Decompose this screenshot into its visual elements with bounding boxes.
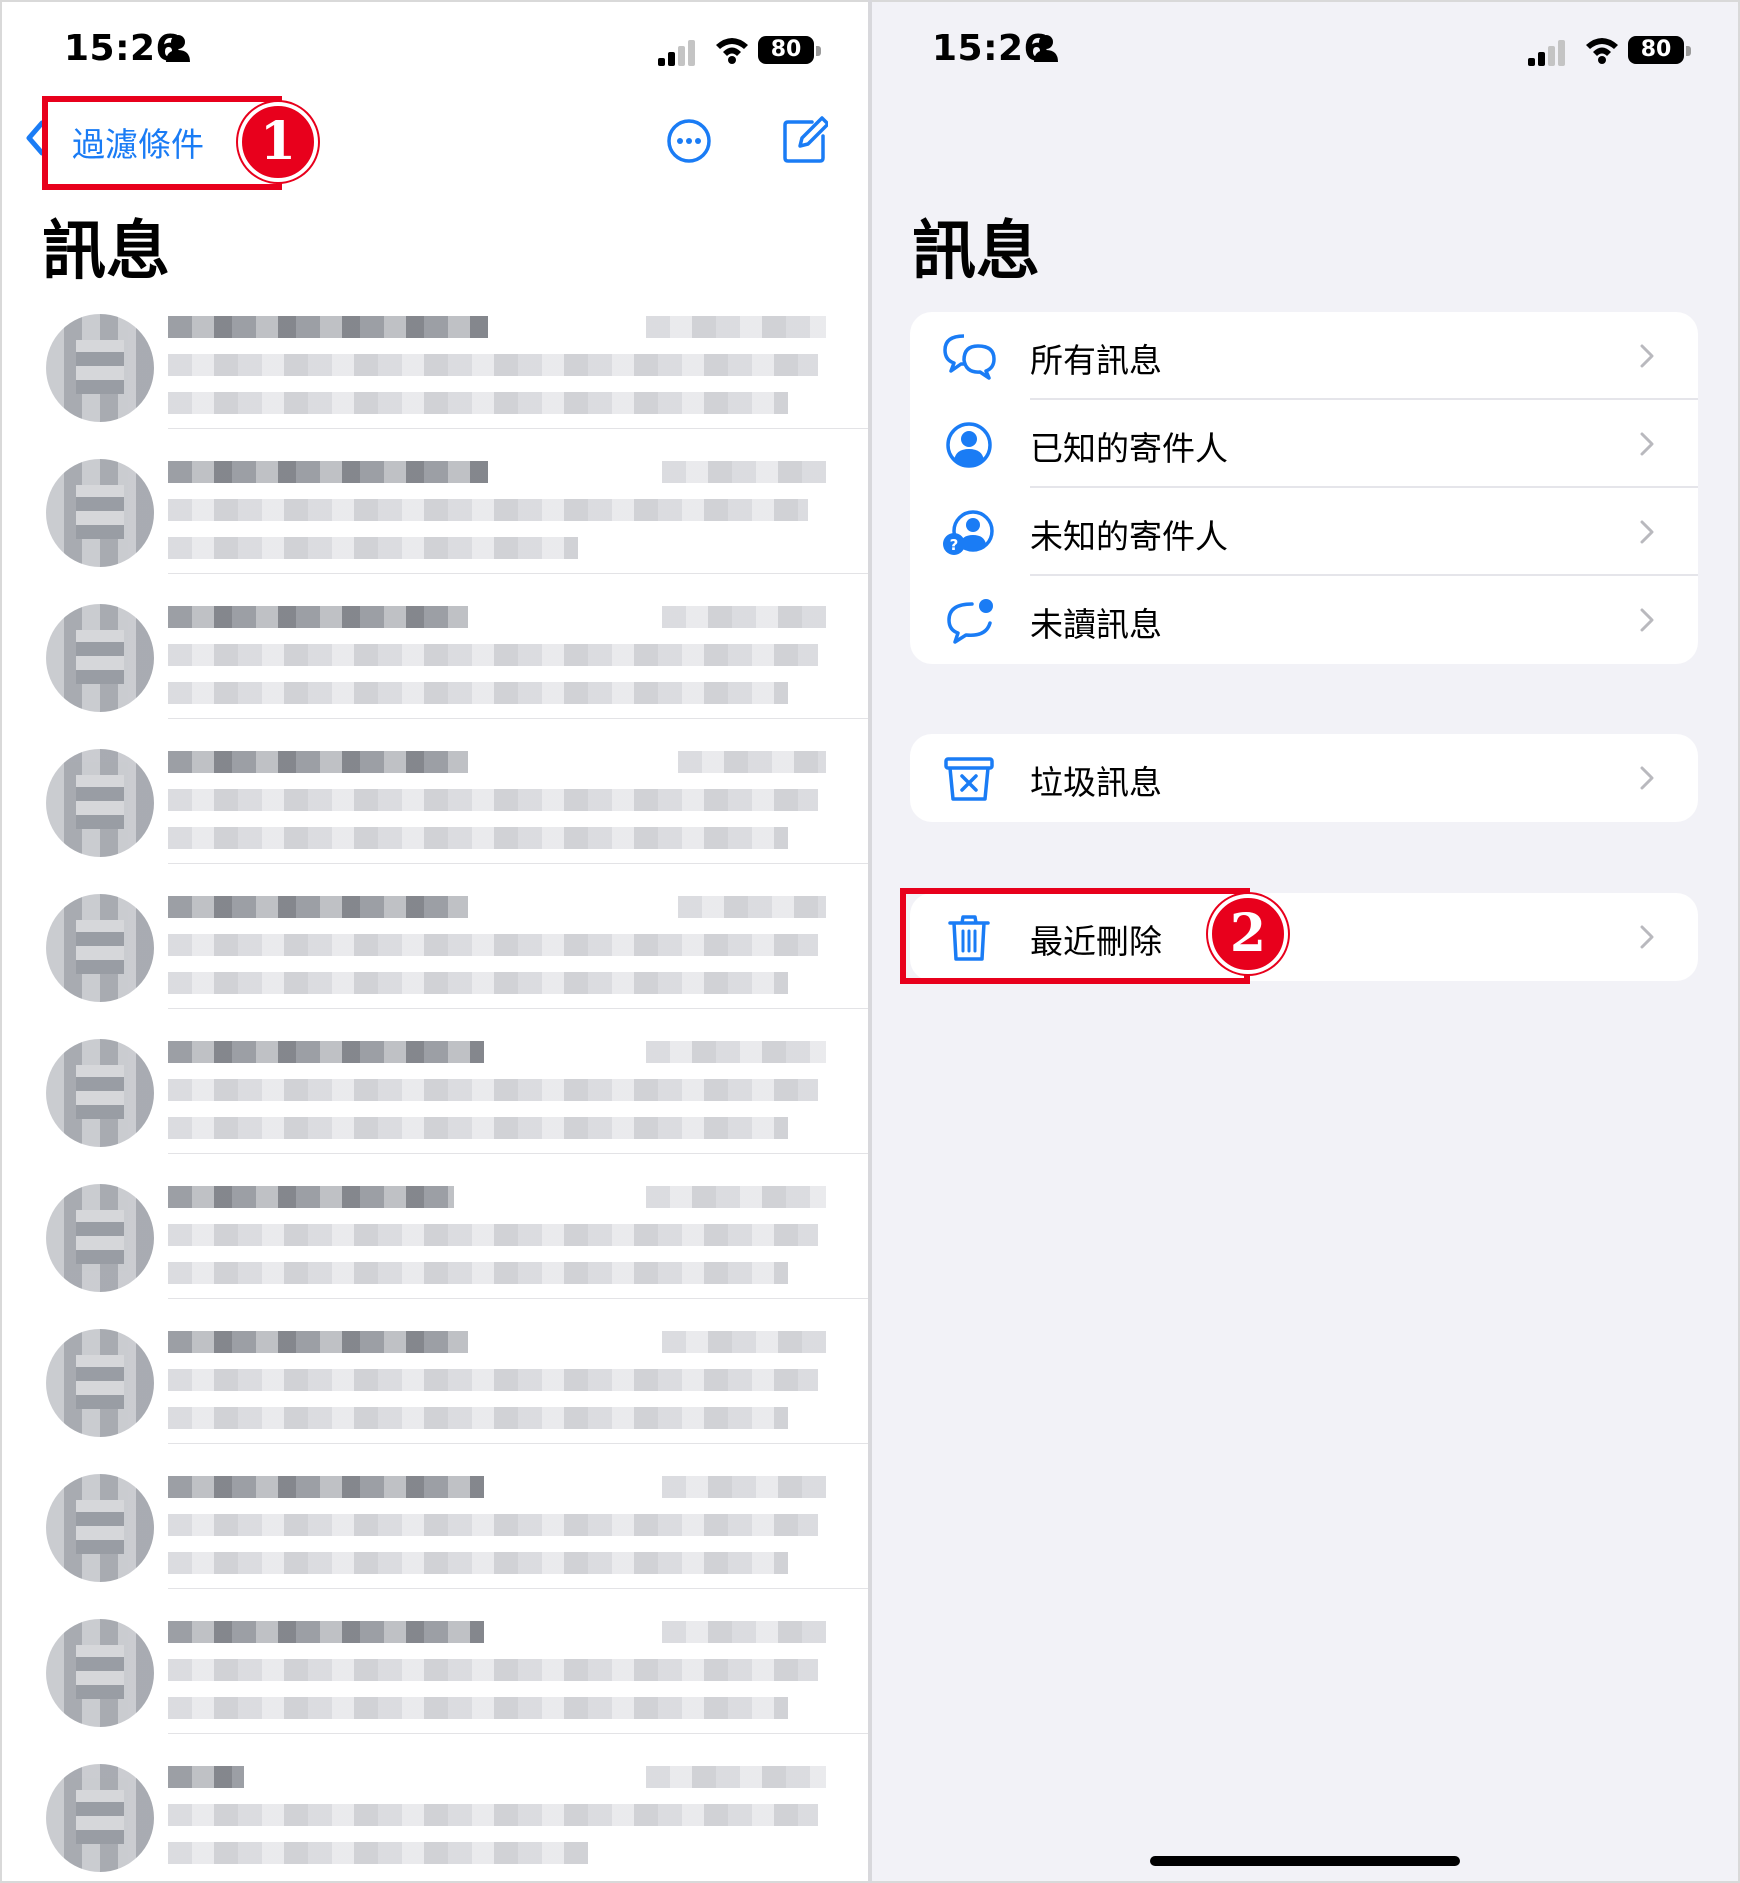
more-options-icon[interactable] <box>666 118 712 164</box>
filter-known-senders[interactable]: 已知的寄件人 <box>910 400 1698 488</box>
chevron-right-icon <box>1640 432 1654 456</box>
message-filters-screen: 15:26 80 訊息 所有訊息 已知的寄件人 ? 未知的寄件人 未讀訊息 垃圾… <box>872 2 1738 1881</box>
row-label: 已知的寄件人 <box>1030 429 1228 468</box>
wifi-icon <box>1586 38 1618 64</box>
chat-bubble-dot-icon <box>947 599 993 644</box>
home-indicator <box>1150 1856 1460 1866</box>
avatar <box>46 1329 154 1437</box>
list-item[interactable] <box>2 284 868 429</box>
person-icon <box>166 35 190 62</box>
filter-unknown-senders[interactable]: ? 未知的寄件人 <box>910 488 1698 576</box>
avatar <box>46 459 154 567</box>
cellular-signal-icon <box>658 40 698 66</box>
chevron-right-icon <box>1640 766 1654 790</box>
avatar <box>46 1619 154 1727</box>
junk-bin-icon <box>944 757 994 801</box>
page-title: 訊息 <box>912 215 1040 289</box>
avatar <box>46 1764 154 1872</box>
chevron-right-icon <box>1640 608 1654 632</box>
list-item[interactable] <box>2 1589 868 1734</box>
wifi-icon <box>716 38 748 64</box>
avatar <box>46 749 154 857</box>
messages-list-screen: 15:26 80 過濾條件 1 訊息 <box>2 2 868 1881</box>
battery-indicator: 80 <box>758 36 814 64</box>
avatar <box>46 314 154 422</box>
person-circle-icon <box>946 422 992 468</box>
avatar <box>46 1184 154 1292</box>
list-item[interactable] <box>2 1734 868 1879</box>
status-time: 15:26 <box>932 28 1050 69</box>
row-label: 未讀訊息 <box>1030 605 1162 644</box>
person-icon <box>1034 35 1058 62</box>
avatar <box>46 894 154 1002</box>
list-item[interactable] <box>2 1444 868 1589</box>
junk-group: 垃圾訊息 <box>910 734 1698 822</box>
message-list <box>2 284 868 1879</box>
filter-junk[interactable]: 垃圾訊息 <box>910 734 1698 822</box>
chevron-right-icon <box>1640 520 1654 544</box>
avatar <box>46 1039 154 1147</box>
cellular-signal-icon <box>1528 40 1568 66</box>
person-question-icon: ? <box>943 510 994 555</box>
battery-indicator: 80 <box>1628 36 1684 64</box>
annotation-badge: 2 <box>1208 894 1288 974</box>
list-item[interactable] <box>2 1299 868 1444</box>
filter-group: 所有訊息 已知的寄件人 ? 未知的寄件人 未讀訊息 <box>910 312 1698 664</box>
list-item[interactable] <box>2 1009 868 1154</box>
avatar <box>46 1474 154 1582</box>
list-item[interactable] <box>2 719 868 864</box>
compose-icon[interactable] <box>782 116 828 164</box>
filter-all-messages[interactable]: 所有訊息 <box>910 312 1698 400</box>
svg-text:?: ? <box>950 536 959 554</box>
row-label: 未知的寄件人 <box>1030 517 1228 556</box>
list-item[interactable] <box>2 864 868 1009</box>
status-time: 15:26 <box>64 28 182 69</box>
battery-nub <box>816 46 821 56</box>
row-label: 所有訊息 <box>1030 341 1162 380</box>
avatar <box>46 604 154 712</box>
row-label: 垃圾訊息 <box>1030 763 1162 802</box>
annotation-highlight-box <box>900 888 1250 984</box>
filter-unread-messages[interactable]: 未讀訊息 <box>910 576 1698 664</box>
battery-nub <box>1686 46 1691 56</box>
list-item[interactable] <box>2 1154 868 1299</box>
list-item[interactable] <box>2 429 868 574</box>
chevron-right-icon <box>1640 344 1654 368</box>
annotation-badge: 1 <box>238 102 318 182</box>
list-item[interactable] <box>2 574 868 719</box>
chevron-right-icon <box>1640 925 1654 949</box>
chat-bubbles-icon <box>943 334 996 380</box>
page-title: 訊息 <box>42 215 170 289</box>
